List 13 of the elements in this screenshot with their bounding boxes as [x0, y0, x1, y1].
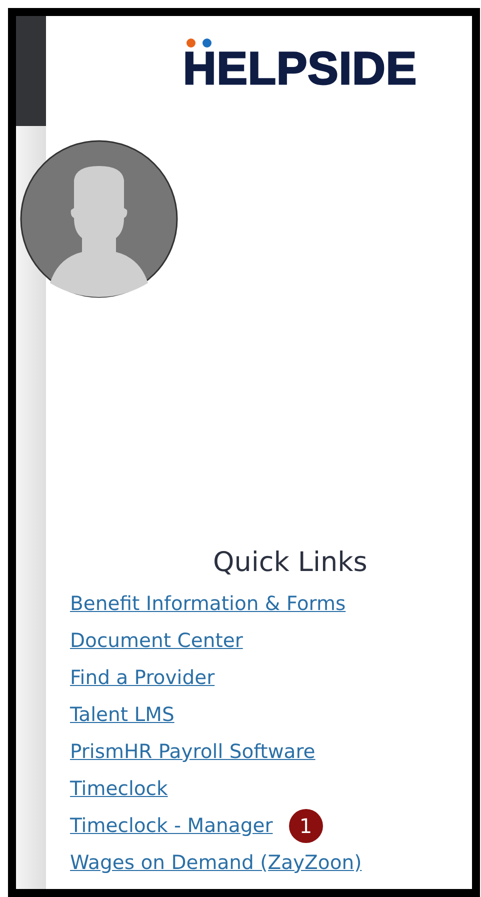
step-marker: 1: [288, 808, 323, 842]
quick-link[interactable]: Timeclock - Manager: [70, 814, 273, 837]
quick-link[interactable]: PrismHR Payroll Software: [70, 740, 316, 763]
quick-link[interactable]: Document Center: [70, 629, 243, 652]
quick-links-heading: Quick Links: [213, 546, 368, 580]
avatar-icon: [20, 140, 178, 298]
logo-dots-icon: [186, 38, 212, 48]
logo: HELPSIDE: [183, 38, 418, 121]
quick-link[interactable]: Find a Provider: [70, 666, 215, 689]
quick-link[interactable]: Benefit Information & Forms: [70, 592, 346, 615]
quick-link[interactable]: Timeclock: [70, 777, 168, 800]
quick-link[interactable]: Wages on Demand (ZayZoon): [70, 851, 362, 874]
quick-link[interactable]: Talent LMS: [70, 703, 174, 726]
